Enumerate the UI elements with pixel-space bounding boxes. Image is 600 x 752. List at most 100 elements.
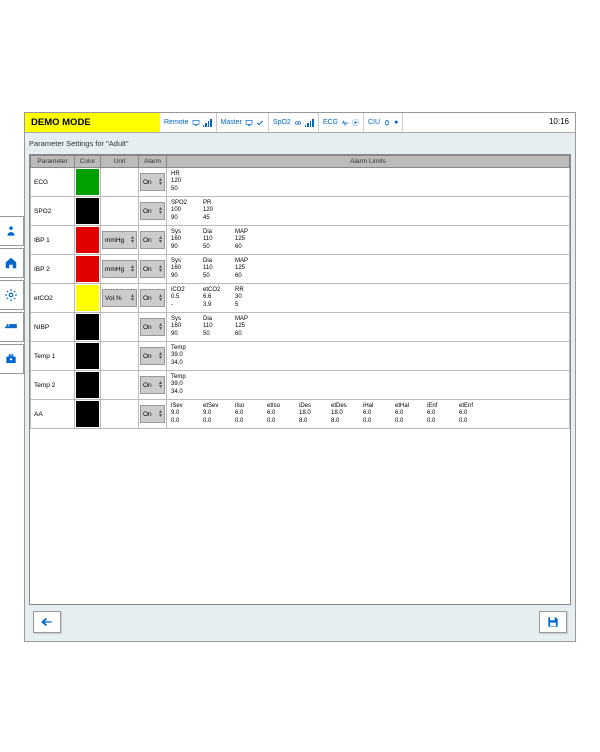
limit-label: Temp [171, 374, 189, 382]
limit-column: Sys16090 [171, 258, 189, 281]
limits-cell[interactable]: SPO210090PR12045 [167, 197, 570, 226]
color-swatch [76, 256, 99, 282]
top-item-master[interactable]: Master [217, 113, 269, 132]
alarm-selector[interactable]: On▴▾ [140, 347, 165, 365]
limit-label: HR [171, 171, 189, 179]
stepper-arrows-icon: ▴▾ [131, 265, 134, 273]
home-icon [4, 256, 18, 270]
limit-column: iCO20.5- [171, 287, 189, 310]
limit-label: Dia [203, 229, 221, 237]
limits-cell[interactable]: iSev9.00.0etSev9.00.0iIso6.00.0etIso6.00… [167, 400, 570, 429]
alarm-selector[interactable]: On▴▾ [140, 289, 165, 307]
alarm-cell[interactable]: On▴▾ [139, 255, 167, 284]
limit-high: 9.0 [171, 410, 189, 418]
alarm-cell[interactable]: On▴▾ [139, 168, 167, 197]
color-cell[interactable] [75, 168, 101, 197]
unit-selector[interactable]: mmHg▴▾ [102, 231, 137, 249]
top-item-label: Master [221, 119, 242, 126]
top-item-spo2[interactable]: SpO2 [269, 113, 319, 132]
monitor-icon [245, 119, 253, 127]
status-dot-icon: ● [394, 119, 398, 126]
top-item-label: SpO2 [273, 119, 291, 126]
table-row: IBP 2mmHg▴▾On▴▾Sys16090Dia11050MAP12560 [31, 255, 570, 284]
alarm-selector[interactable]: On▴▾ [140, 202, 165, 220]
sidebar-patient-button[interactable] [0, 216, 24, 246]
limits-cell[interactable]: Sys16090Dia11050MAP12560 [167, 255, 570, 284]
alarm-value: On [143, 295, 152, 302]
limit-low: 50 [203, 331, 221, 339]
stepper-arrows-icon: ▴▾ [131, 294, 134, 302]
top-item-ecg[interactable]: ECG ⦿ [319, 113, 364, 132]
top-item-ciu[interactable]: CIU● [364, 113, 403, 132]
alarm-selector[interactable]: On▴▾ [140, 405, 165, 423]
limit-column: MAP12560 [235, 258, 253, 281]
limit-high: 6.6 [203, 294, 221, 302]
param-name: Temp 1 [31, 342, 75, 371]
save-icon [546, 615, 560, 629]
top-item-label: ECG [323, 119, 338, 126]
limit-low: 0.0 [363, 418, 381, 426]
sidebar [0, 216, 26, 374]
limit-label: etCO2 [203, 287, 221, 295]
unit-cell[interactable]: Vol.%▴▾ [101, 284, 139, 313]
alarm-cell[interactable]: On▴▾ [139, 313, 167, 342]
unit-selector[interactable]: Vol.%▴▾ [102, 289, 137, 307]
alarm-cell[interactable]: On▴▾ [139, 226, 167, 255]
sensor-dots-icon: ⦿ [352, 118, 359, 128]
unit-cell[interactable]: mmHg▴▾ [101, 255, 139, 284]
color-cell[interactable] [75, 371, 101, 400]
sidebar-home-button[interactable] [0, 248, 24, 278]
alarm-cell[interactable]: On▴▾ [139, 342, 167, 371]
limit-low: 90 [171, 331, 189, 339]
limits-cell[interactable]: Temp39.034.0 [167, 342, 570, 371]
unit-selector[interactable]: mmHg▴▾ [102, 260, 137, 278]
limits-cell[interactable]: iCO20.5-etCO26.63.9RR305 [167, 284, 570, 313]
alarm-cell[interactable]: On▴▾ [139, 371, 167, 400]
unit-value: mmHg [105, 237, 124, 244]
limit-low: 60 [235, 331, 253, 339]
alarm-cell[interactable]: On▴▾ [139, 400, 167, 429]
alarm-selector[interactable]: On▴▾ [140, 231, 165, 249]
save-button[interactable] [539, 611, 567, 633]
demo-mode-badge: DEMO MODE [25, 113, 160, 132]
alarm-selector[interactable]: On▴▾ [140, 376, 165, 394]
limit-low: 8.0 [299, 418, 317, 426]
limit-label: etEnf [459, 403, 477, 411]
alarm-value: On [143, 208, 152, 215]
color-cell[interactable] [75, 313, 101, 342]
top-item-remote[interactable]: Remote [160, 113, 217, 132]
limit-label: etDes [331, 403, 349, 411]
limit-low: 5 [235, 302, 253, 310]
param-name: Temp 2 [31, 371, 75, 400]
color-cell[interactable] [75, 197, 101, 226]
back-button[interactable] [33, 611, 61, 633]
color-cell[interactable] [75, 342, 101, 371]
table-row: Temp 1 On▴▾Temp39.034.0 [31, 342, 570, 371]
color-cell[interactable] [75, 255, 101, 284]
table-row: Temp 2 On▴▾Temp39.034.0 [31, 371, 570, 400]
limit-label: RR [235, 287, 253, 295]
alarm-selector[interactable]: On▴▾ [140, 318, 165, 336]
limits-cell[interactable]: Sys16090Dia11050MAP12560 [167, 313, 570, 342]
unit-cell[interactable]: mmHg▴▾ [101, 226, 139, 255]
alarm-selector[interactable]: On▴▾ [140, 173, 165, 191]
page-subtitle: Parameter Settings for "Adult" [25, 133, 575, 154]
sidebar-settings-button[interactable] [0, 280, 24, 310]
alarm-cell[interactable]: On▴▾ [139, 284, 167, 313]
limit-high: 6.0 [235, 410, 253, 418]
color-cell[interactable] [75, 284, 101, 313]
limit-label: SPO2 [171, 200, 189, 208]
alarm-cell[interactable]: On▴▾ [139, 197, 167, 226]
limit-column: MAP12560 [235, 316, 253, 339]
limits-cell[interactable]: Sys16090Dia11050MAP12560 [167, 226, 570, 255]
limits-cell[interactable]: HR12050 [167, 168, 570, 197]
color-cell[interactable] [75, 226, 101, 255]
sidebar-bed-button[interactable] [0, 312, 24, 342]
sidebar-records-button[interactable] [0, 344, 24, 374]
alarm-selector[interactable]: On▴▾ [140, 260, 165, 278]
alarm-value: On [143, 353, 152, 360]
limits-cell[interactable]: Temp39.034.0 [167, 371, 570, 400]
color-cell[interactable] [75, 400, 101, 429]
limit-column: Dia11050 [203, 316, 221, 339]
col-alarm-limits: Alarm Limits [167, 156, 570, 168]
